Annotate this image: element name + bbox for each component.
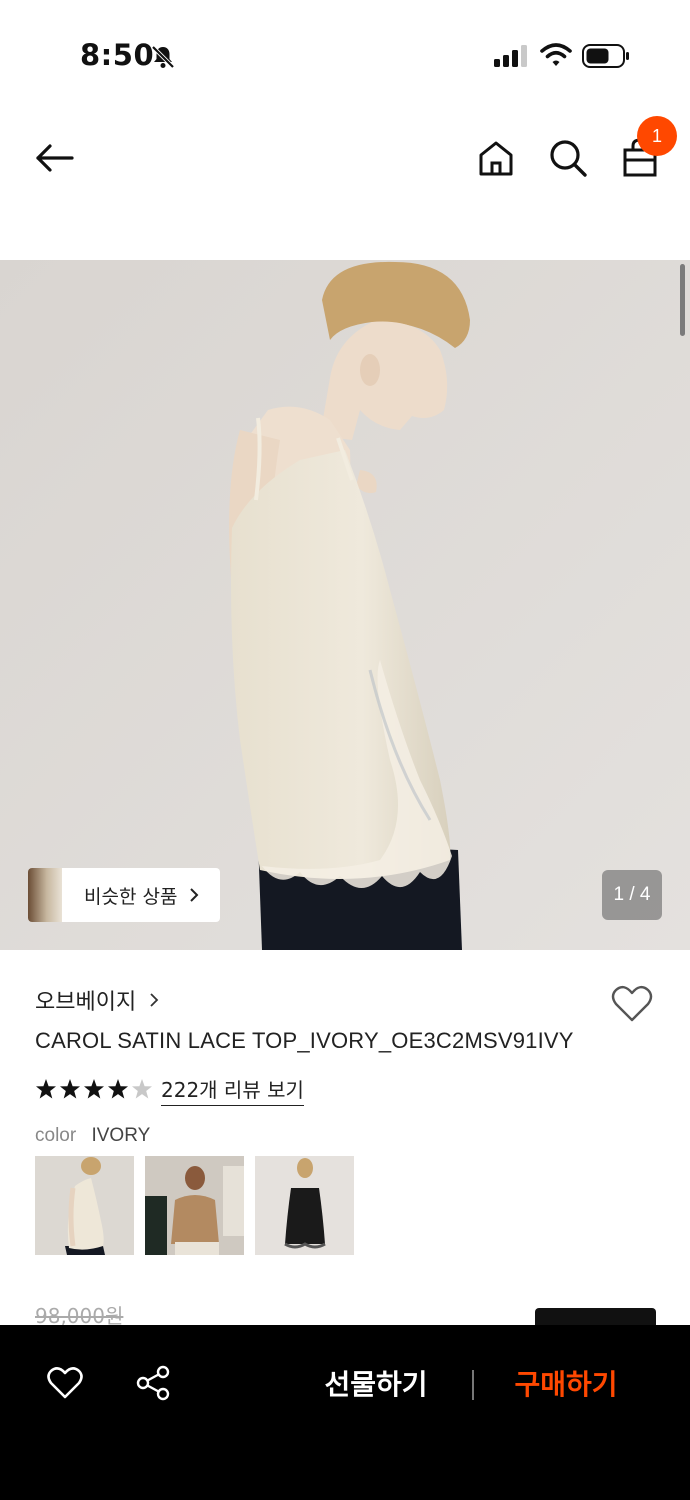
bottom-action-bar: 선물하기 구매하기: [0, 1325, 690, 1500]
status-time: 8:50: [80, 38, 155, 72]
product-title: CAROL SATIN LACE TOP_IVORY_OE3C2MSV91IVY: [35, 1028, 574, 1053]
product-image-carousel[interactable]: 비슷한 상품 1 / 4: [0, 260, 690, 950]
signal-icon: [494, 45, 527, 67]
product-photo: [0, 260, 690, 950]
similar-product-thumbnail: [28, 868, 62, 922]
color-option-ivory[interactable]: [35, 1156, 134, 1255]
camel-cardigan-thumbnail: [145, 1156, 244, 1255]
home-icon[interactable]: [472, 134, 520, 182]
top-navigation: [0, 110, 690, 210]
battery-icon: [582, 44, 629, 68]
image-scrollbar[interactable]: [680, 264, 685, 336]
back-arrow-icon[interactable]: [30, 134, 78, 182]
share-icon[interactable]: [135, 1365, 171, 1401]
wifi-icon: [540, 43, 572, 66]
cart-count-badge[interactable]: 1: [637, 116, 677, 156]
brand-link[interactable]: 오브베이지: [35, 984, 160, 1016]
wishlist-heart-icon[interactable]: [610, 984, 654, 1024]
black-slip-thumbnail: [255, 1156, 354, 1255]
buy-button[interactable]: 구매하기: [500, 1363, 632, 1407]
rating-row: 222개 리뷰 보기: [35, 1074, 304, 1106]
star-rating-icon: [36, 1079, 152, 1099]
color-value: IVORY: [91, 1125, 151, 1146]
gift-button[interactable]: 선물하기: [310, 1363, 442, 1407]
bell-off-icon: [151, 45, 175, 69]
bottom-bar-divider: [472, 1370, 474, 1400]
heart-icon[interactable]: [46, 1365, 84, 1401]
status-bar: 8:50: [0, 0, 690, 110]
chevron-right-icon: [150, 993, 159, 1007]
color-label: color: [35, 1125, 77, 1146]
similar-products-button[interactable]: 비슷한 상품: [28, 868, 220, 922]
ivory-top-thumbnail: [35, 1156, 134, 1255]
brand-name: 오브베이지: [35, 990, 137, 1015]
chevron-right-icon: [190, 888, 199, 902]
color-selection-row: color IVORY: [35, 1125, 150, 1147]
similar-products-label: 비슷한 상품: [84, 885, 178, 908]
image-page-indicator: 1 / 4: [602, 870, 662, 920]
search-icon[interactable]: [544, 134, 592, 182]
review-link[interactable]: 222개 리뷰 보기: [161, 1074, 304, 1106]
color-option-camel-look[interactable]: [145, 1156, 244, 1255]
color-option-black[interactable]: [255, 1156, 354, 1255]
color-options: [35, 1156, 354, 1255]
